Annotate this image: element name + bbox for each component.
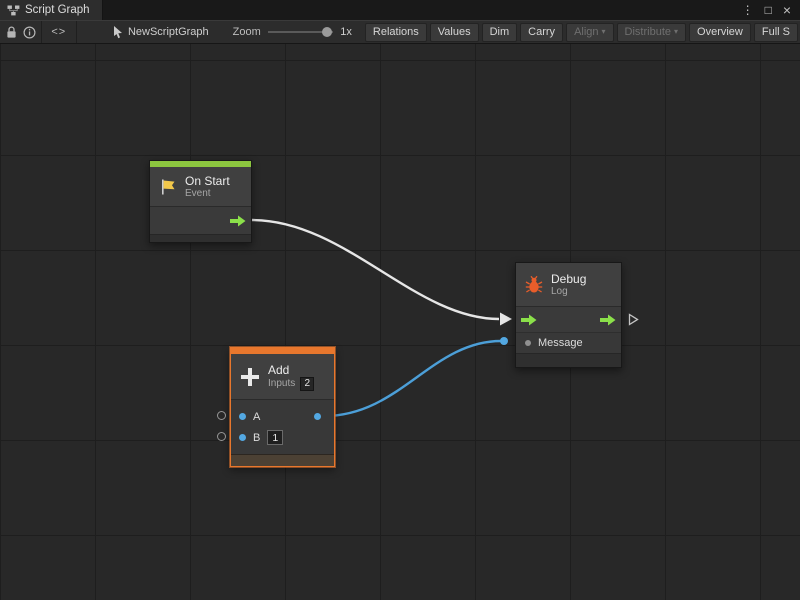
values-button[interactable]: Values	[430, 23, 479, 42]
flow-input-port[interactable]	[521, 314, 537, 326]
dim-label: Dim	[490, 26, 510, 38]
cursor-icon	[113, 26, 123, 39]
value-output-port[interactable]	[314, 413, 321, 420]
node-footer	[150, 234, 251, 242]
zoom-slider-handle[interactable]	[322, 27, 332, 37]
graph-icon	[7, 5, 20, 16]
toolbar-separator	[76, 21, 77, 43]
node-title: On Start	[185, 174, 230, 188]
unconnected-port-hint-icon	[217, 432, 226, 441]
overview-button[interactable]: Overview	[689, 23, 751, 42]
node-header[interactable]: Add Inputs 2	[231, 354, 334, 400]
onstart-trigger-row	[150, 207, 251, 234]
info-icon	[23, 26, 36, 39]
wire-arrowhead	[500, 313, 512, 326]
relations-label: Relations	[373, 26, 419, 38]
align-label: Align	[574, 26, 598, 38]
debug-message-row: Message	[516, 332, 621, 353]
node-title: Debug	[551, 272, 586, 286]
node-header[interactable]: On Start Event	[150, 167, 251, 207]
carry-button[interactable]: Carry	[520, 23, 563, 42]
chevron-down-icon: ▾	[674, 28, 678, 36]
close-icon[interactable]: ×	[783, 3, 791, 17]
tab-title: Script Graph	[25, 4, 90, 16]
port-b-label: B	[253, 432, 260, 444]
flow-output-port[interactable]	[600, 314, 616, 326]
message-port-label: Message	[538, 337, 583, 349]
flag-icon	[158, 177, 178, 197]
message-input-port[interactable]	[525, 340, 531, 346]
wire-onstart-to-debug[interactable]	[252, 220, 499, 319]
node-footer	[516, 353, 621, 367]
graph-name-control[interactable]: NewScriptGraph	[113, 26, 209, 39]
graph-name-label: NewScriptGraph	[128, 26, 209, 38]
node-subtitle: Log	[551, 286, 586, 298]
inputs-count-field[interactable]: 2	[300, 377, 314, 391]
port-a-label: A	[253, 411, 260, 423]
inputs-label: Inputs	[268, 378, 295, 390]
lock-icon	[6, 26, 17, 39]
fullscreen-label: Full S	[762, 26, 790, 38]
port-row-b: B 1	[231, 427, 334, 448]
value-input-port-a[interactable]	[239, 413, 246, 420]
window-menu-kebab-icon[interactable]: ⋮	[742, 4, 754, 16]
graph-canvas[interactable]: On Start Event	[0, 44, 800, 600]
node-on-start[interactable]: On Start Event	[149, 160, 252, 243]
unconnected-port-hint-icon	[217, 411, 226, 420]
zoom-slider[interactable]	[268, 31, 334, 33]
flow-continuation-hint-icon	[628, 313, 639, 331]
graph-toolbar: <> NewScriptGraph Zoom 1x Relations Valu…	[0, 20, 800, 44]
node-footer	[231, 454, 334, 466]
distribute-label: Distribute	[625, 26, 671, 38]
fullscreen-button[interactable]: Full S	[754, 23, 798, 42]
info-button[interactable]	[20, 21, 38, 43]
port-b-value-field[interactable]: 1	[267, 430, 283, 445]
tab-script-graph[interactable]: Script Graph	[0, 0, 103, 20]
node-add[interactable]: Add Inputs 2 A B 1	[230, 347, 335, 467]
maximize-icon[interactable]: □	[765, 4, 772, 16]
wire-end-dot	[500, 337, 508, 345]
node-debug-log[interactable]: Debug Log Message	[515, 262, 622, 368]
window-titlebar: Script Graph ⋮ □ ×	[0, 0, 800, 20]
values-label: Values	[438, 26, 471, 38]
plus-icon	[239, 366, 261, 388]
relations-button[interactable]: Relations	[365, 23, 427, 42]
toolbar-separator	[41, 21, 42, 43]
port-row-a: A	[231, 406, 334, 427]
carry-label: Carry	[528, 26, 555, 38]
overview-label: Overview	[697, 26, 743, 38]
lock-button[interactable]	[2, 21, 20, 43]
node-title: Add	[268, 363, 314, 377]
distribute-dropdown[interactable]: Distribute ▾	[617, 23, 686, 42]
chevron-down-icon: ▾	[602, 28, 606, 36]
titlebar-spacer	[103, 0, 733, 20]
zoom-value: 1x	[340, 26, 352, 38]
dim-button[interactable]: Dim	[482, 23, 518, 42]
node-subtitle: Event	[185, 188, 230, 200]
zoom-label: Zoom	[233, 26, 261, 38]
add-ports-section: A B 1	[231, 400, 334, 454]
wires-layer	[0, 44, 800, 600]
node-header[interactable]: Debug Log	[516, 263, 621, 307]
bug-icon	[524, 275, 544, 295]
wire-add-to-message[interactable]	[324, 341, 501, 416]
code-view-button[interactable]: <>	[43, 26, 74, 38]
debug-flow-row	[516, 307, 621, 332]
value-input-port-b[interactable]	[239, 434, 246, 441]
flow-output-port[interactable]	[230, 215, 246, 227]
align-dropdown[interactable]: Align ▾	[566, 23, 613, 42]
